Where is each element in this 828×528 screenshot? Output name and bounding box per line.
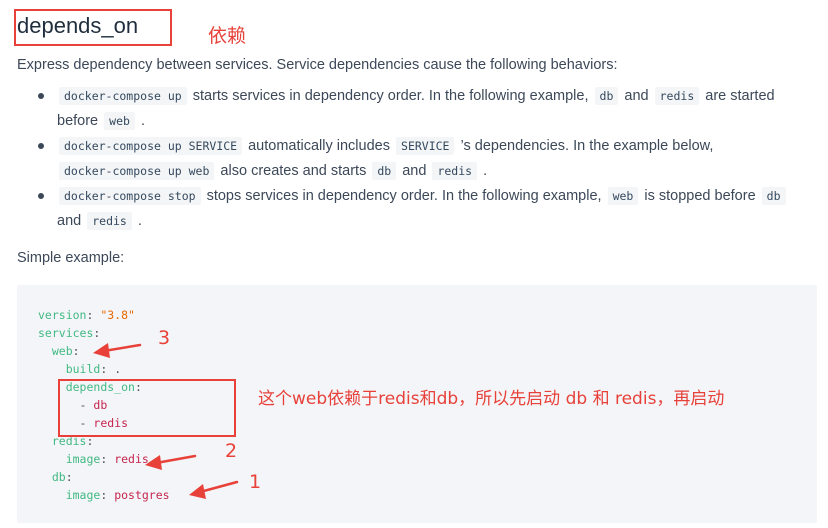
annotation-number-1: 1	[249, 471, 262, 493]
annotation-number-2: 2	[225, 440, 238, 462]
arrow-head	[145, 455, 162, 470]
arrow-head	[189, 484, 206, 499]
annotation-arrows	[93, 343, 239, 499]
arrow-to-web	[102, 343, 142, 353]
arrow-to-redis-image	[154, 454, 197, 465]
arrow-head	[93, 343, 110, 358]
annotation-number-3: 3	[158, 327, 171, 349]
arrow-to-postgres	[198, 480, 239, 494]
annotation-explanation: 这个web依赖于redis和db，所以先启动 db 和 redis，再启动	[258, 389, 725, 409]
